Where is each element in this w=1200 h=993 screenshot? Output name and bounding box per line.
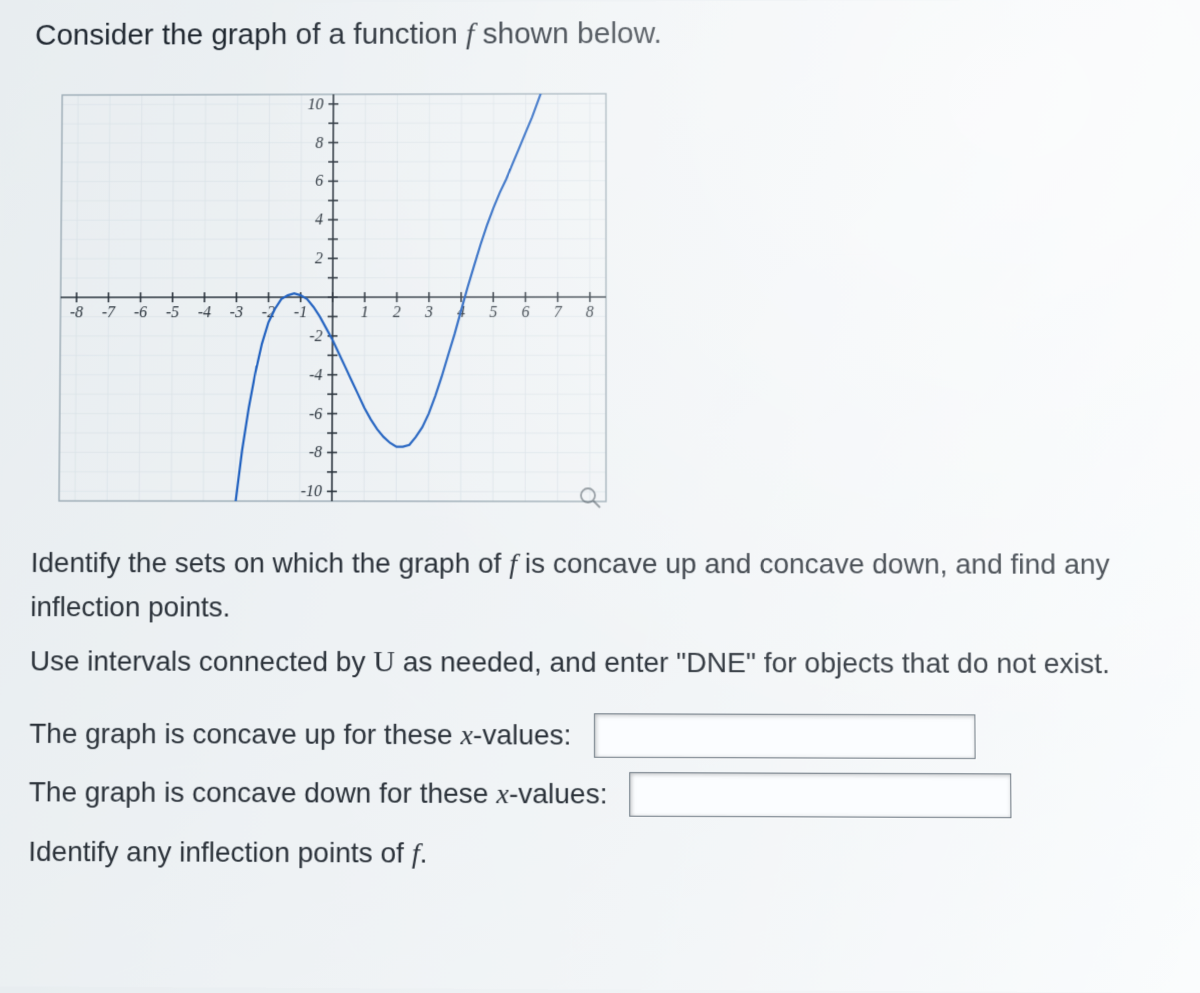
svg-text:-6: -6 <box>309 405 322 422</box>
svg-text:-8: -8 <box>70 304 83 321</box>
answer-row-concave-down: The graph is concave down for these x-va… <box>29 770 1177 819</box>
svg-text:2: 2 <box>393 304 401 321</box>
instr2-b: as needed, and enter "DNE" for objects t… <box>395 646 1110 679</box>
prompt-text-1: Consider the graph of a function <box>35 18 466 52</box>
svg-text:2: 2 <box>315 250 323 267</box>
row3-a: Identify any inflection points of <box>28 835 412 868</box>
row2-b: -values: <box>509 778 608 810</box>
input-concave-down[interactable] <box>630 772 1012 818</box>
svg-text:5: 5 <box>489 303 497 320</box>
svg-text:7: 7 <box>554 303 563 320</box>
svg-text:6: 6 <box>521 303 529 320</box>
instr1-a: Identify the sets on which the graph of <box>31 546 510 578</box>
svg-text:8: 8 <box>586 303 594 320</box>
instructions-line-1: Identify the sets on which the graph of … <box>30 540 1175 631</box>
row2-x: x <box>496 779 509 810</box>
instructions-line-2: Use intervals connected by U as needed, … <box>30 638 1176 688</box>
input-concave-up[interactable] <box>594 713 976 759</box>
svg-text:-4: -4 <box>198 304 211 321</box>
svg-text:-10: -10 <box>301 483 322 500</box>
label-concave-up: The graph is concave up for these x-valu… <box>29 711 571 758</box>
question-prompt: Consider the graph of a function f shown… <box>35 10 1171 60</box>
answers-block: The graph is concave up for these x-valu… <box>28 711 1177 879</box>
svg-text:8: 8 <box>315 134 323 151</box>
graph-container: -8-7-6-5-4-3-2-112345678-10-8-6-4-224681… <box>33 67 632 527</box>
svg-text:-3: -3 <box>230 304 243 321</box>
svg-text:3: 3 <box>424 304 433 321</box>
label-concave-down: The graph is concave down for these x-va… <box>29 770 608 817</box>
magnify-icon[interactable] <box>581 488 600 507</box>
row1-b: -values: <box>473 719 572 751</box>
prompt-f: f <box>466 18 474 51</box>
row3-b: . <box>420 837 428 868</box>
label-inflection: Identify any inflection points of f. <box>28 829 427 876</box>
svg-text:-4: -4 <box>309 366 322 383</box>
answer-row-inflection: Identify any inflection points of f. <box>28 829 1177 879</box>
function-graph: -8-7-6-5-4-3-2-112345678-10-8-6-4-224681… <box>33 67 632 527</box>
svg-text:-5: -5 <box>166 304 179 321</box>
union-symbol: U <box>373 645 395 678</box>
svg-text:-7: -7 <box>102 304 116 321</box>
instr2-a: Use intervals connected by <box>30 646 374 678</box>
svg-text:10: 10 <box>308 96 324 113</box>
svg-text:4: 4 <box>315 211 323 228</box>
svg-text:-2: -2 <box>309 327 322 344</box>
svg-text:-1: -1 <box>294 304 307 321</box>
prompt-text-2: shown below. <box>474 17 662 50</box>
row1-x: x <box>460 720 473 751</box>
answer-row-concave-up: The graph is concave up for these x-valu… <box>29 711 1176 760</box>
svg-text:1: 1 <box>361 304 369 321</box>
svg-text:-8: -8 <box>309 444 322 461</box>
row1-a: The graph is concave up for these <box>29 717 460 750</box>
svg-text:6: 6 <box>315 173 323 190</box>
svg-text:-6: -6 <box>134 304 147 321</box>
row3-f: f <box>412 838 420 869</box>
row2-a: The graph is concave down for these <box>29 776 497 809</box>
